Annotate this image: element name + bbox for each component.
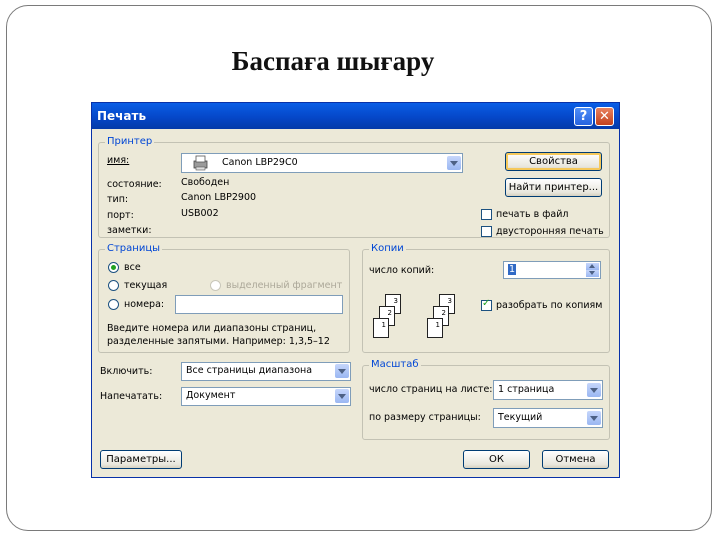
copies-group: Копии число копий: 1 3 2 1 3 2 1 разобра… [362,243,610,353]
printer-type-value: Canon LBP2900 [181,192,257,203]
collate-page-1a: 1 [373,318,389,338]
collate-label: разобрать по копиям [496,300,603,311]
printer-port-value: USB002 [181,208,219,219]
find-printer-button[interactable]: Найти принтер... [505,178,602,197]
printer-status-label: состояние: [107,179,162,190]
pages-numbers-radio[interactable] [108,299,119,310]
pages-legend: Страницы [105,243,163,254]
scale-label: по размеру страницы: [369,412,481,423]
pages-per-sheet-value: 1 страница [498,384,555,395]
chevron-down-icon[interactable] [587,411,601,425]
copies-count-value: 1 [508,264,517,275]
pages-all-radio[interactable] [108,262,119,273]
chevron-down-icon[interactable] [447,156,461,170]
spin-down-icon[interactable] [586,270,599,277]
copies-count-label: число копий: [369,265,435,276]
close-button[interactable]: ✕ [595,107,614,126]
printer-name-select[interactable]: Canon LBP29C0 [181,153,463,173]
scale-value: Текущий [498,412,543,423]
slide-title: Баспаға шығару [231,46,435,76]
print-to-file-label: печать в файл [496,209,569,220]
printer-port-label: порт: [107,210,134,221]
pages-hint-line2: разделенные запятыми. Например: 1,3,5–12 [107,336,330,347]
options-button[interactable]: Параметры... [100,450,182,469]
collate-page-1b: 1 [427,318,443,338]
help-button[interactable]: ? [574,107,593,126]
pages-hint-line1: Введите номера или диапазоны страниц, [107,323,317,334]
print-what-value: Документ [186,390,236,401]
print-dialog: Печать ? ✕ Принтер имя: Canon LBP29C0 со… [91,102,620,478]
pages-per-sheet-select[interactable]: 1 страница [493,380,603,400]
duplex-checkbox[interactable] [481,226,492,237]
chevron-down-icon[interactable] [587,383,601,397]
dialog-title: Печать [97,109,147,123]
spin-up-icon[interactable] [586,263,599,270]
ok-button[interactable]: ОК [463,450,530,469]
include-value: Все страницы диапазона [186,365,313,376]
pages-per-sheet-label: число страниц на листе: [369,384,493,395]
dialog-titlebar[interactable]: Печать ? ✕ [92,103,619,129]
printer-notes-label: заметки: [107,225,152,236]
page-range-input[interactable] [175,295,343,314]
print-to-file-checkbox[interactable] [481,209,492,220]
include-label: Включить: [100,366,153,377]
printer-legend: Принтер [105,136,155,147]
duplex-label: двусторонняя печать [496,226,604,237]
pages-current-label: текущая [124,280,168,291]
pages-all-label: все [124,262,141,273]
pages-current-radio[interactable] [108,280,119,291]
printer-type-label: тип: [107,194,129,205]
printer-name-value: Canon LBP29C0 [222,157,298,168]
zoom-group: Масштаб число страниц на листе: 1 страни… [362,359,610,440]
collate-checkbox[interactable] [481,298,492,311]
scale-select[interactable]: Текущий [493,408,603,428]
properties-button[interactable]: Свойства [505,152,602,171]
pages-group: Страницы все текущая выделенный фрагмент… [98,243,350,353]
printer-icon [193,155,208,171]
copies-legend: Копии [369,243,406,254]
printer-status-value: Свободен [181,177,230,188]
include-select[interactable]: Все страницы диапазона [181,362,351,381]
printer-group: Принтер имя: Canon LBP29C0 состояние: Св… [98,136,610,238]
printer-name-label: имя: [107,155,130,166]
pages-selection-label: выделенный фрагмент [226,280,343,291]
pages-selection-radio[interactable] [210,280,221,291]
chevron-down-icon[interactable] [335,364,349,378]
zoom-legend: Масштаб [369,359,421,370]
collate-illustration: 3 2 1 3 2 1 [369,286,469,346]
copies-count-spinner[interactable]: 1 [503,261,601,279]
print-what-label: Напечатать: [100,391,163,402]
chevron-down-icon[interactable] [335,389,349,403]
pages-numbers-label: номера: [124,299,165,310]
cancel-button[interactable]: Отмена [542,450,609,469]
print-what-select[interactable]: Документ [181,387,351,406]
